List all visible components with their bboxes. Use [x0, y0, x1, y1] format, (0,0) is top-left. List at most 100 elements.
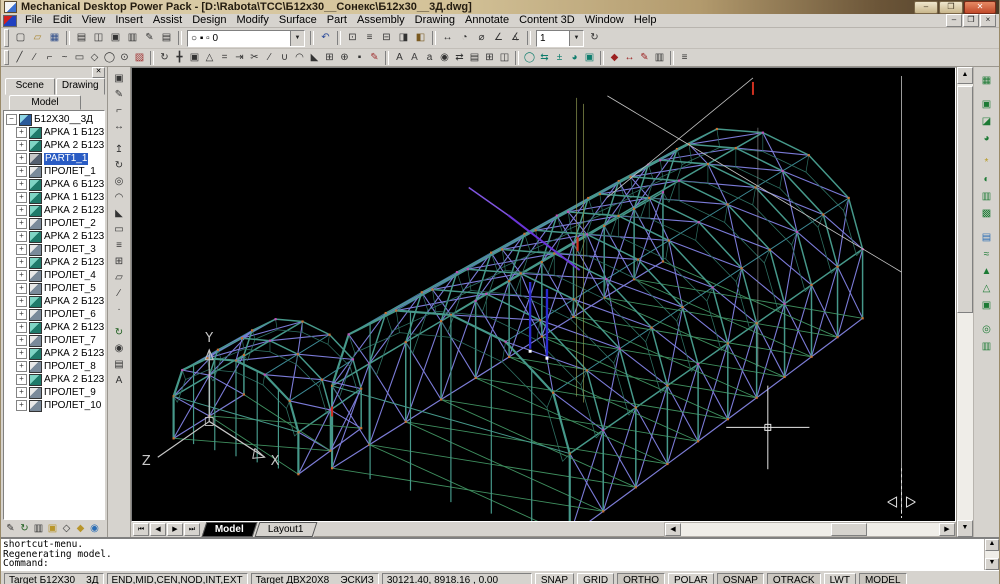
menu-design[interactable]: Design	[187, 14, 231, 27]
profile-icon[interactable]: ⌐	[111, 103, 128, 119]
menu-file[interactable]: File	[20, 14, 48, 27]
menu-surface[interactable]: Surface	[274, 14, 322, 27]
landscape-library-icon[interactable]: ▣	[978, 297, 996, 314]
mdi-close-button[interactable]: ×	[980, 14, 996, 27]
vscroll-thumb[interactable]	[957, 86, 973, 313]
menu-insert[interactable]: Insert	[110, 14, 148, 27]
snap-from-icon[interactable]: ⊕	[337, 51, 352, 65]
shade-mode-icon[interactable]: ◕	[978, 130, 996, 147]
tree-item-б12х30-3д[interactable]: −Б12Х30__3Д	[6, 113, 104, 126]
dim-style-combo-arrow[interactable]: ▼	[569, 31, 583, 46]
edit-text-icon[interactable]: a	[422, 51, 437, 65]
polygon-icon[interactable]: ◇	[87, 51, 102, 65]
new-drawing-view-icon[interactable]: ▤	[111, 357, 128, 373]
landscape-edit-icon[interactable]: △	[978, 280, 996, 297]
polyline-icon[interactable]: ⌐	[42, 51, 57, 65]
toolbar-grip[interactable]	[4, 50, 9, 66]
browser-assign-icon[interactable]: ✎	[4, 522, 17, 536]
tree-item-пролет-3[interactable]: +ПРОЛЕТ_3	[6, 243, 104, 256]
browser-highlight-icon[interactable]: ◆	[74, 522, 87, 536]
new-file-icon[interactable]: ▢	[12, 30, 29, 46]
model-viewport[interactable]: YXZ	[131, 67, 956, 522]
scroll-up-icon[interactable]: ▲	[957, 67, 973, 84]
open-folder-icon[interactable]: ▱	[29, 30, 46, 46]
named-views-icon[interactable]: ▤	[467, 51, 482, 65]
tree-expand-icon[interactable]: +	[16, 283, 27, 294]
minimize-button[interactable]: –	[914, 1, 938, 14]
last-sheet-button[interactable]: ⏭	[184, 523, 200, 536]
next-sheet-button[interactable]: ▶	[167, 523, 183, 536]
menu-annotate[interactable]: Annotate	[460, 14, 514, 27]
toggle-grid[interactable]: GRID	[577, 573, 614, 584]
browser-clipboard-icon[interactable]: ▥	[32, 522, 45, 536]
construction-line-icon[interactable]: ∕	[27, 51, 42, 65]
rotate-icon[interactable]: ↻	[157, 51, 172, 65]
menu-content-3d[interactable]: Content 3D	[514, 14, 580, 27]
text-icon[interactable]: A	[392, 51, 407, 65]
chamfer-icon[interactable]: ◣	[307, 51, 322, 65]
hatch-icon[interactable]: ▨	[132, 51, 147, 65]
power-edit-icon[interactable]: ✎	[637, 51, 652, 65]
update-part-icon[interactable]: ↻	[111, 325, 128, 341]
tree-item-арка-1-б1230-2[interactable]: +АРКА 1 Б1230_2	[6, 191, 104, 204]
scroll-down-icon[interactable]: ▼	[957, 520, 973, 537]
paste-icon[interactable]: ▥	[124, 30, 141, 46]
tab-drawing[interactable]: Drawing	[56, 78, 106, 95]
toolbar-grip[interactable]	[4, 29, 9, 47]
content-icon[interactable]: ◧	[412, 30, 429, 46]
tree-item-пролет-7[interactable]: +ПРОЛЕТ_7	[6, 334, 104, 347]
new-part-icon[interactable]: ▣	[111, 71, 128, 87]
tree-expand-icon[interactable]: +	[16, 322, 27, 333]
mdi-minimize-button[interactable]: –	[946, 14, 962, 27]
cmd-scroll-down-icon[interactable]: ▼	[985, 558, 999, 570]
scenes-icon[interactable]: ▣	[978, 96, 996, 113]
table-icon[interactable]: ⊞	[482, 51, 497, 65]
menu-edit[interactable]: Edit	[48, 14, 77, 27]
rectangle-icon[interactable]: ▭	[72, 51, 87, 65]
tree-expand-icon[interactable]: +	[16, 348, 27, 359]
browser-web-icon[interactable]: ◉	[88, 522, 101, 536]
tab-scene[interactable]: Scene	[5, 78, 55, 95]
toggle-ortho[interactable]: ORTHO	[617, 573, 665, 584]
make-block-icon[interactable]: ⊡	[344, 30, 361, 46]
circle-icon[interactable]: ◯	[102, 51, 117, 65]
browser-delete-icon[interactable]: ▣	[46, 522, 59, 536]
catalog-icon[interactable]: ▥	[652, 51, 667, 65]
tree-expand-icon[interactable]: +	[16, 218, 27, 229]
tree-expand-icon[interactable]: +	[16, 153, 27, 164]
copy-icon[interactable]: ▣	[107, 30, 124, 46]
offset-icon[interactable]: =	[217, 51, 232, 65]
command-history[interactable]: shortcut-menu.Regenerating model.Command…	[1, 539, 984, 570]
annotation-icon[interactable]: A	[111, 373, 128, 389]
mirror-icon[interactable]: △	[202, 51, 217, 65]
menu-assembly[interactable]: Assembly	[352, 14, 410, 27]
toggle-polar[interactable]: POLAR	[668, 573, 714, 584]
hide-icon[interactable]: ◪	[978, 113, 996, 130]
menu-assist[interactable]: Assist	[148, 14, 187, 27]
layer-control-combo[interactable]: ○ ▪ ▫ 0▼	[187, 30, 305, 47]
tree-item-арка-2-б1230-3[interactable]: +АРКА 2 Б1230_3	[6, 230, 104, 243]
work-point-icon[interactable]: ·	[111, 302, 128, 318]
tree-item-пролет-6[interactable]: +ПРОЛЕТ_6	[6, 308, 104, 321]
statistics-icon[interactable]: ▥	[978, 338, 996, 355]
ellipse-icon[interactable]: ⊙	[117, 51, 132, 65]
plot-icon[interactable]: ▤	[73, 30, 90, 46]
render-preferences-icon[interactable]: ◎	[978, 321, 996, 338]
toggle-lwt[interactable]: LWT	[824, 573, 856, 584]
orbit-icon[interactable]: ◯	[522, 51, 537, 65]
hscroll-track[interactable]	[681, 523, 939, 536]
options-icon[interactable]: ≡	[677, 51, 692, 65]
undo-icon[interactable]: ↶	[317, 30, 334, 46]
fillet-icon[interactable]: ◠	[292, 51, 307, 65]
tree-expand-icon[interactable]: +	[16, 244, 27, 255]
erase-icon[interactable]: ✎	[367, 51, 382, 65]
tree-item-арка-1-б1230-1[interactable]: +АРКА 1 Б1230_1	[6, 126, 104, 139]
tree-expand-icon[interactable]: +	[16, 400, 27, 411]
grip-icon[interactable]: ▪	[352, 51, 367, 65]
tree-item-арка-2-б1230-9[interactable]: +АРКА 2 Б1230_9	[6, 373, 104, 386]
tree-expand-icon[interactable]: +	[16, 127, 27, 138]
pan-icon[interactable]: ⇄	[452, 51, 467, 65]
menu-view[interactable]: View	[77, 14, 111, 27]
zoom-icon[interactable]: ◉	[437, 51, 452, 65]
tree-expand-icon[interactable]: +	[16, 231, 27, 242]
